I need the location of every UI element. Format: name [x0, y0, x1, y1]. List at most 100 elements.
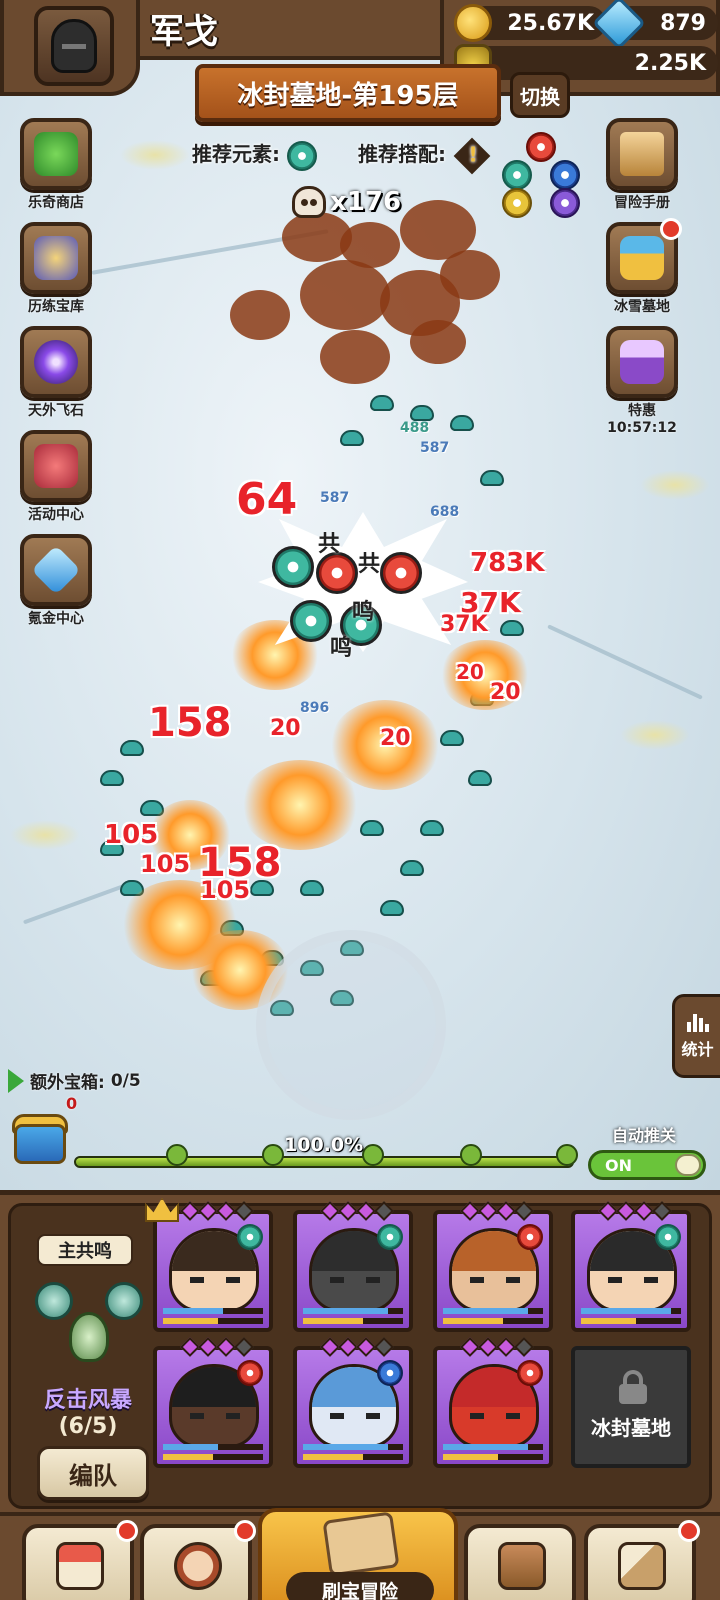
damage-number: 20 — [456, 660, 484, 684]
hero-card[interactable] — [293, 1201, 413, 1332]
potion-counter[interactable]: 2.25K — [454, 44, 718, 82]
scroll-icon — [620, 132, 664, 176]
fire-element-icon — [517, 1224, 543, 1250]
shop-stall-icon — [56, 1542, 104, 1590]
side-button-snow-graveyard[interactable]: 冰雪墓地 — [604, 218, 682, 316]
hero-card[interactable] — [293, 1337, 413, 1468]
locked-slot-label: 冰封墓地 — [591, 1416, 671, 1440]
formation-button[interactable]: 编队 — [37, 1446, 149, 1500]
warning-icon — [453, 137, 491, 174]
extra-chest-progress[interactable]: 额外宝箱: 0/5 — [8, 1068, 141, 1093]
virtual-joystick[interactable] — [256, 930, 446, 1120]
crab-enemy — [360, 820, 384, 836]
crab-enemy — [370, 395, 394, 411]
locked-hero-slot[interactable]: 冰封墓地 — [571, 1346, 691, 1468]
potion-amount: 2.25K — [634, 50, 706, 76]
hammer-icon — [618, 1542, 666, 1590]
hero-card[interactable] — [433, 1201, 553, 1332]
bottom-nav: 刷宝冒险 — [0, 1508, 720, 1600]
side-button-shop[interactable]: 乐奇商店 — [18, 118, 94, 212]
extra-chest-count: 0/5 — [110, 1070, 141, 1091]
hero-card[interactable] — [433, 1337, 553, 1468]
damage-number: 587 — [420, 440, 450, 456]
fire-element-icon — [526, 132, 556, 162]
gem-counter[interactable]: 879 — [592, 0, 718, 50]
side-button-special-offer[interactable]: 特惠 10:57:12 — [604, 326, 680, 436]
crab-enemy — [450, 415, 474, 431]
hero-hp-bar — [303, 1308, 403, 1314]
damage-number: 783K — [470, 548, 545, 578]
snow-grass — [120, 140, 190, 170]
coin-counter[interactable]: 25.67K — [454, 4, 606, 42]
blood-splat — [410, 320, 466, 364]
damage-number: 688 — [430, 504, 460, 520]
hero-card[interactable] — [145, 1198, 273, 1332]
hero-hp-bar — [443, 1444, 543, 1450]
recommended-combo[interactable]: 推荐搭配: — [358, 137, 491, 174]
wind-orb-icon — [105, 1282, 143, 1320]
profile-panel — [0, 0, 140, 96]
nav-shop-button[interactable] — [22, 1520, 138, 1600]
stage-progress-bar — [74, 1144, 578, 1168]
crab-enemy — [410, 405, 434, 421]
progress-percent: 100.0% — [284, 1134, 364, 1156]
chest-badge-count: 0 — [66, 1094, 78, 1113]
stats-label: 统计 — [681, 1040, 714, 1059]
side-button-topup[interactable]: 氪金中心 — [18, 534, 94, 628]
element-cycle-diagram[interactable] — [500, 132, 590, 218]
hero-star-rating — [460, 1201, 534, 1221]
crown-icon — [145, 1198, 179, 1222]
crab-enemy — [440, 730, 464, 746]
light-element-icon — [502, 188, 532, 218]
hero-star-rating — [460, 1337, 534, 1357]
snow-grass — [620, 720, 690, 750]
side-button-label: 冰雪墓地 — [614, 299, 670, 315]
combo-word: 共 — [318, 532, 341, 557]
side-button-vault[interactable]: 历练宝库 — [18, 222, 94, 316]
damage-number: 896 — [300, 700, 330, 716]
treasure-chest-button[interactable] — [4, 1110, 76, 1170]
synergy-emblem[interactable] — [35, 1282, 143, 1372]
coin-icon — [454, 4, 492, 42]
hero-card[interactable] — [153, 1337, 273, 1468]
dark-element-icon — [550, 188, 580, 218]
auto-push-label: 自动推关 — [612, 1126, 677, 1145]
leaf-crest-icon — [69, 1312, 109, 1362]
bouquet-icon — [34, 444, 78, 488]
side-button-events[interactable]: 活动中心 — [18, 430, 94, 524]
extra-chest-label: 额外宝箱: — [30, 1073, 105, 1093]
crab-enemy — [120, 740, 144, 756]
player-avatar[interactable] — [34, 6, 114, 86]
recommended-element: 推荐元素: — [192, 138, 317, 171]
hero-hp-bar — [581, 1308, 681, 1314]
fire-skill-orb — [380, 552, 422, 594]
side-button-label: 活动中心 — [28, 507, 84, 523]
chest-body — [14, 1124, 66, 1164]
crab-enemy — [480, 470, 504, 486]
switch-stage-button[interactable]: 切换 — [510, 72, 570, 118]
nav-heroes-button[interactable] — [140, 1520, 256, 1600]
nav-adventure-label: 刷宝冒险 — [286, 1572, 434, 1600]
clover-icon — [34, 132, 78, 176]
side-button-label: 氪金中心 — [28, 611, 84, 627]
side-button-meteor[interactable]: 天外飞石 — [18, 326, 94, 420]
damage-number: 37K — [440, 612, 488, 637]
backpack-icon — [498, 1542, 546, 1590]
nav-adventure-button[interactable]: 刷宝冒险 — [258, 1508, 458, 1600]
recommended-element-label: 推荐元素: — [192, 142, 280, 166]
hero-energy-bar — [581, 1318, 681, 1324]
nav-forge-button[interactable] — [584, 1520, 700, 1600]
notification-dot — [660, 218, 682, 240]
portal-icon — [34, 340, 78, 384]
synergy-count: (6/5) — [58, 1414, 118, 1439]
nav-backpack-button[interactable] — [464, 1524, 576, 1600]
side-button-label: 冒险手册 — [614, 195, 670, 211]
hero-energy-bar — [303, 1454, 403, 1460]
coin-amount: 25.67K — [507, 10, 594, 36]
stats-button[interactable]: 统计 — [672, 994, 720, 1078]
team-panel-inner: 主共鸣 反击风暴 (6/5) 编队 冰封墓地 — [8, 1198, 712, 1509]
wind-element-icon — [237, 1224, 263, 1250]
hero-card[interactable] — [571, 1201, 691, 1332]
auto-push-toggle[interactable]: ON — [588, 1150, 706, 1180]
side-button-handbook[interactable]: 冒险手册 — [604, 118, 680, 212]
